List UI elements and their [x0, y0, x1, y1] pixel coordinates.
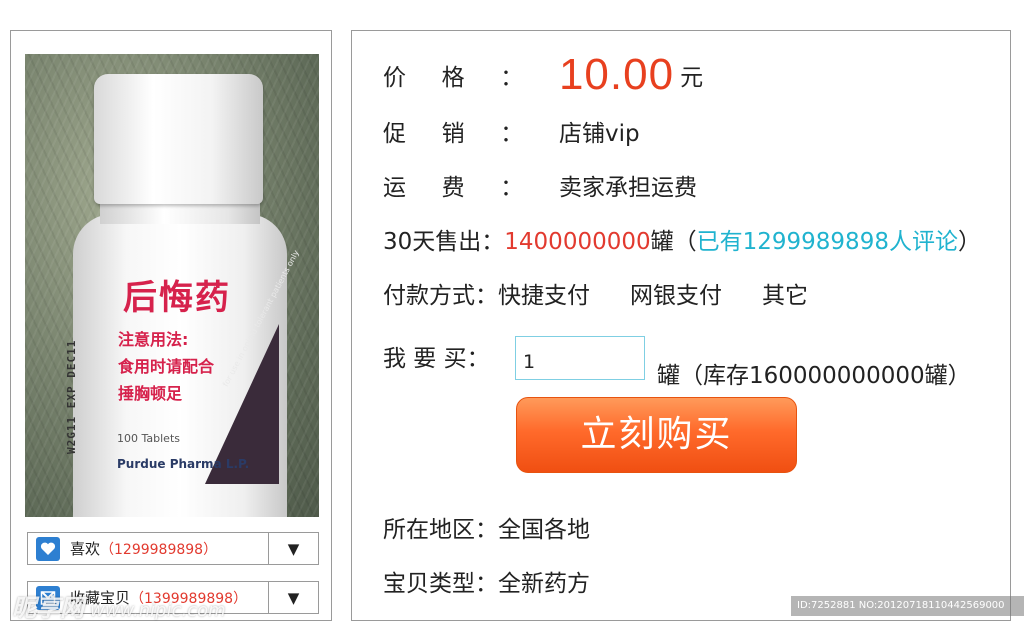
price-value: 10.00: [558, 50, 675, 99]
heart-icon[interactable]: [36, 536, 60, 561]
sales-row: 30天售出：1400000000罐（已有1299989898人评论）: [383, 222, 981, 256]
sales-unit: 罐: [650, 229, 674, 255]
payment-label: 付款方式：: [383, 283, 498, 309]
item-type-row: 宝贝类型：全新药方: [383, 564, 590, 598]
quantity-label: 我 要 买：: [383, 346, 490, 372]
promotion-row: 促销：店铺vip: [383, 114, 640, 148]
label-manufacturer: Purdue Pharma L.P.: [117, 457, 250, 471]
label-usage-line: 注意用法:: [118, 330, 189, 349]
site-watermark: 昵享网 www.nipic.com: [12, 588, 226, 623]
label-usage-line: 捶胸顿足: [118, 384, 183, 403]
price-row: 价格：10.00 元: [383, 50, 703, 100]
promotion-label: 促销：: [383, 121, 559, 147]
label-tablet-count: 100 Tablets: [117, 432, 180, 445]
like-label[interactable]: 喜欢（1299989898）: [70, 538, 268, 559]
favorite-dropdown-button[interactable]: ▼: [269, 589, 318, 607]
reviews-link[interactable]: 已有1299989898人评论: [697, 229, 958, 255]
like-row[interactable]: 喜欢（1299989898） ▼: [27, 532, 319, 565]
label-usage-line: 食用时请配合: [118, 357, 215, 376]
payment-row: 付款方式：快捷支付 网银支付 其它: [383, 276, 808, 310]
label-product-name: 后悔药: [123, 278, 231, 318]
region-value: 全国各地: [498, 517, 590, 543]
like-count: （1299989898）: [100, 542, 218, 558]
sales-label: 30天售出：: [383, 229, 505, 255]
watermark-url: www.nipic.com: [90, 600, 226, 621]
reviews-close-paren: ）: [957, 229, 981, 255]
quantity-input[interactable]: 1: [515, 336, 645, 380]
bottle-cap: [94, 74, 263, 204]
label-side-code: W2G11 EXP DEC11: [65, 339, 78, 454]
region-row: 所在地区：全国各地: [383, 510, 590, 544]
reviews-open-paren: （: [673, 229, 697, 255]
like-dropdown-button[interactable]: ▼: [269, 540, 318, 558]
price-label: 价格：: [383, 65, 559, 91]
product-photo[interactable]: W2G11 EXP DEC11 后悔药 注意用法: 食用时请配合 捶胸顿足 fo…: [25, 54, 319, 517]
item-type-label: 宝贝类型：: [383, 571, 498, 597]
payment-option-express[interactable]: 快捷支付: [498, 283, 590, 309]
payment-option-other[interactable]: 其它: [762, 283, 808, 309]
label-usage-text: 注意用法: 食用时请配合 捶胸顿足: [118, 326, 214, 407]
region-label: 所在地区：: [383, 517, 498, 543]
image-id-bar: ID:7252881 NO:20120718110442569000: [791, 596, 1024, 616]
watermark-site: 昵享网: [12, 594, 84, 622]
shipping-row: 运费：卖家承担运费: [383, 168, 697, 202]
sales-count: 1400000000: [504, 229, 651, 255]
shipping-label: 运费：: [383, 175, 559, 201]
buy-now-button[interactable]: 立刻购买: [516, 397, 797, 473]
stock-text: 罐（库存160000000000罐）: [657, 363, 971, 389]
promotion-value: 店铺vip: [558, 121, 640, 147]
like-text: 喜欢: [70, 540, 101, 558]
item-type-value: 全新药方: [498, 571, 590, 597]
shipping-value: 卖家承担运费: [558, 175, 697, 201]
payment-option-bank[interactable]: 网银支付: [630, 283, 722, 309]
price-unit: 元: [680, 65, 704, 91]
